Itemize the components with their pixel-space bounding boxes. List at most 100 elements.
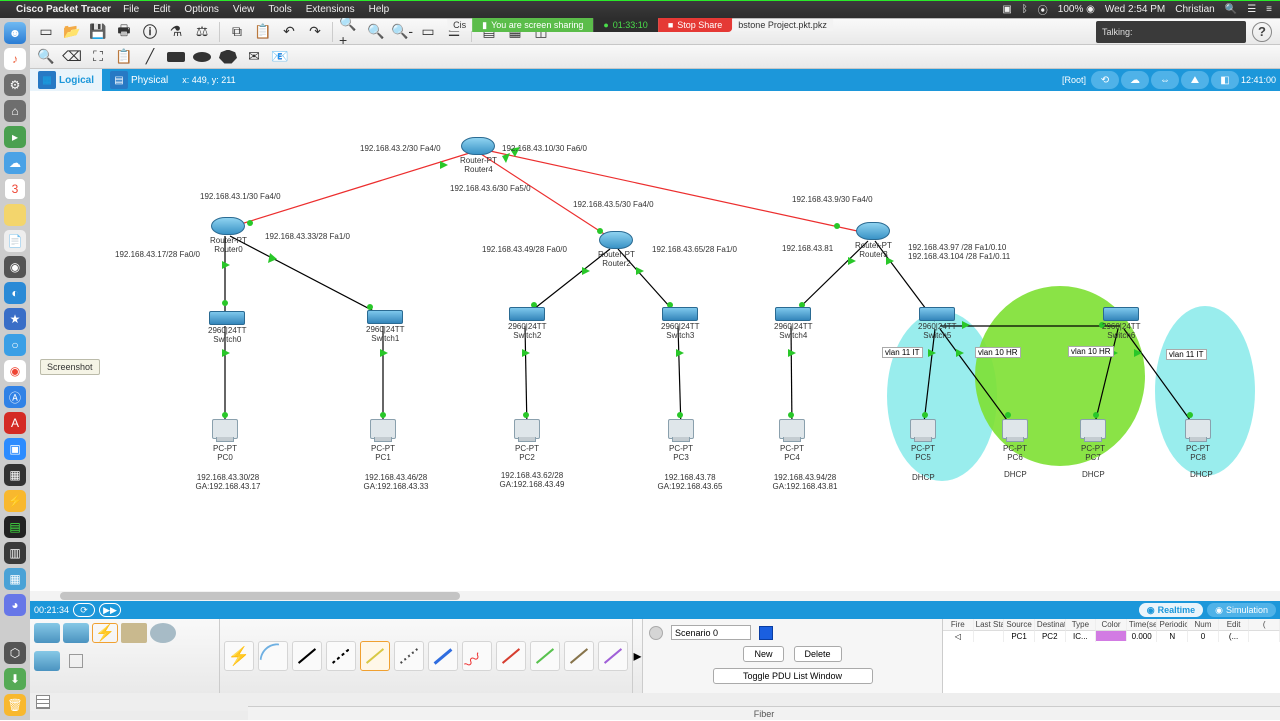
nav-viewport-icon[interactable]: ◧ [1211, 71, 1239, 89]
info-icon[interactable]: ⓘ [138, 21, 162, 43]
camera-icon[interactable]: ▣ [1002, 4, 1011, 15]
app-icon-3[interactable]: 📄 [4, 230, 26, 252]
undo-icon[interactable]: ↶ [277, 21, 301, 43]
conn-coax[interactable] [428, 641, 458, 671]
app-icon-4[interactable]: ◐ [4, 282, 26, 304]
conn-octal[interactable] [530, 641, 560, 671]
conn-serial-dte[interactable] [496, 641, 526, 671]
menu-tools[interactable]: Tools [268, 4, 291, 15]
nav-cluster-icon[interactable]: ☁ [1121, 71, 1149, 89]
rectangle-tool-icon[interactable] [164, 46, 188, 68]
ellipse-tool-icon[interactable] [190, 46, 214, 68]
zoom-in-icon[interactable]: 🔍+ [338, 21, 362, 43]
pc6[interactable]: PC-PTPC6 [1002, 419, 1028, 463]
zoom-reset-icon[interactable]: 🔍 [364, 21, 388, 43]
downloads-icon[interactable]: ⬇ [4, 668, 26, 690]
notification-icon[interactable]: ≡ [1266, 4, 1272, 15]
settings-icon[interactable]: ⚙ [4, 74, 26, 96]
scenario-delete-button[interactable]: Delete [794, 646, 842, 662]
switch3[interactable]: 2960|24TTSwitch3 [661, 307, 700, 341]
workspace-scrollbar-h[interactable] [30, 591, 1280, 601]
devcat-sub1[interactable] [34, 651, 60, 671]
spotlight-icon[interactable]: 🔍 [1225, 4, 1237, 15]
conn-usb[interactable] [598, 641, 628, 671]
root-label[interactable]: [Root] [1062, 75, 1086, 85]
app-icon-5[interactable]: ★ [4, 308, 26, 330]
bluetooth-icon[interactable]: ᛒ [1022, 4, 1028, 15]
physical-tab[interactable]: ▤Physical [102, 69, 176, 91]
zoom-out-icon[interactable]: 🔍- [390, 21, 414, 43]
activity-icon[interactable]: ⚖ [190, 21, 214, 43]
simple-pdu-icon[interactable]: ✉ [242, 46, 266, 68]
router4[interactable]: Router-PTRouter4 [460, 137, 497, 175]
battery-status[interactable]: 100% ◉ [1058, 4, 1095, 15]
pc8[interactable]: PC-PTPC8 [1185, 419, 1211, 463]
trash-icon[interactable]: 🗑 [4, 694, 26, 716]
user-name[interactable]: Christian [1175, 4, 1214, 15]
bg-window-tab-left[interactable]: Cis [447, 19, 472, 31]
pc1[interactable]: PC-PTPC1 [370, 419, 396, 463]
complex-pdu-icon[interactable]: 📧 [268, 46, 292, 68]
app-icon-8[interactable]: ▥ [4, 542, 26, 564]
select-icon[interactable]: 🔍 [34, 46, 58, 68]
save-file-icon[interactable]: 💾 [86, 21, 110, 43]
activity-wizard-icon[interactable]: ⚗ [164, 21, 188, 43]
open-file-icon[interactable]: 📂 [60, 21, 84, 43]
print-icon[interactable]: 🖶 [112, 21, 136, 43]
scenario-new-button[interactable]: New [743, 646, 783, 662]
pc7[interactable]: PC-PTPC7 [1080, 419, 1106, 463]
new-file-icon[interactable]: ▭ [34, 21, 58, 43]
menu-view[interactable]: View [233, 4, 255, 15]
switch2[interactable]: 2960|24TTSwitch2 [508, 307, 547, 341]
simulation-toggle[interactable]: ◉ Simulation [1207, 603, 1276, 617]
packet-tracer-icon[interactable]: ⚡ [4, 490, 26, 512]
acrobat-icon[interactable]: A [4, 412, 26, 434]
conn-crossover[interactable] [326, 641, 356, 671]
sharing-indicator[interactable]: ▮ You are screen sharing [472, 18, 593, 32]
resize-icon[interactable]: ⛶ [86, 46, 110, 68]
pc3[interactable]: PC-PTPC3 [668, 419, 694, 463]
devcat-network[interactable] [34, 623, 60, 643]
menu-options[interactable]: Options [184, 4, 218, 15]
nav-back-icon[interactable]: ⟲ [1091, 71, 1119, 89]
help-icon[interactable]: ? [1252, 22, 1272, 42]
router0[interactable]: Router-PTRouter0 [210, 217, 247, 255]
menu-file[interactable]: File [123, 4, 139, 15]
switch4[interactable]: 2960|24TTSwitch4 [774, 307, 813, 341]
app-name[interactable]: Cisco Packet Tracer [16, 4, 111, 15]
line-tool-icon[interactable]: ╱ [138, 46, 162, 68]
grid-toggle-icon[interactable] [36, 695, 50, 709]
wifi-icon[interactable]: ⦿ [1038, 2, 1048, 17]
nav-bg-icon[interactable]: ⛰ [1181, 71, 1209, 89]
app-icon-1[interactable]: ⌂ [4, 100, 26, 122]
stop-share-button[interactable]: ■ Stop Share [658, 18, 732, 32]
workspace-canvas[interactable]: 192.168.43.2/30 Fa4/0 192.168.43.10/30 F… [30, 91, 1280, 601]
toggle-pdu-list-button[interactable]: Toggle PDU List Window [713, 668, 873, 684]
itunes-icon[interactable]: ♪ [4, 48, 26, 70]
devcat-sub2[interactable] [63, 651, 89, 671]
router2[interactable]: Router-PTRouter2 [598, 231, 635, 269]
switch0[interactable]: 2960|24TTSwitch0 [208, 311, 247, 345]
app-icon-6[interactable]: ○ [4, 334, 26, 356]
note-icon[interactable]: 📋 [112, 46, 136, 68]
devcat-end[interactable] [63, 623, 89, 643]
notes-icon[interactable] [4, 204, 26, 226]
calendar-icon[interactable]: 3 [4, 178, 26, 200]
menu-help[interactable]: Help [369, 4, 390, 15]
bg-window-tab-right[interactable]: bstone Project.pkt.pkz [732, 19, 833, 31]
menu-edit[interactable]: Edit [153, 4, 170, 15]
panel-collapse-button[interactable]: ▸ [633, 619, 643, 693]
app-icon-10[interactable]: ⬡ [4, 642, 26, 664]
conn-phone[interactable] [394, 641, 424, 671]
conn-auto[interactable]: ⚡ [224, 641, 254, 671]
clock[interactable]: Wed 2:54 PM [1105, 4, 1165, 15]
paste-icon[interactable]: 📋 [251, 21, 275, 43]
switch1[interactable]: 2960|24TTSwitch1 [366, 310, 405, 344]
conn-straight[interactable] [292, 641, 322, 671]
power-cycle-button[interactable]: ⟳ [73, 603, 95, 617]
pc4[interactable]: PC-PTPC4 [779, 419, 805, 463]
conn-fiber[interactable] [360, 641, 390, 671]
facetime-icon[interactable]: ▸ [4, 126, 26, 148]
chrome-icon[interactable]: ◉ [4, 360, 26, 382]
finder-icon[interactable]: ☻ [4, 22, 26, 44]
